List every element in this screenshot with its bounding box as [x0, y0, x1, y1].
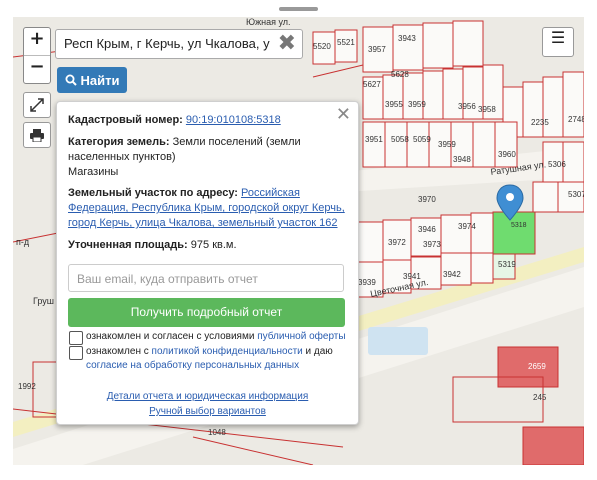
parcel-label: 5058 [391, 135, 409, 144]
zoom-in-button[interactable]: + [24, 28, 50, 55]
parcel-label: 3955 [385, 100, 403, 109]
search-input[interactable]: Респ Крым, г Керчь, ул Чкалова, уч 1 [64, 36, 270, 51]
category-row: Категория земель: Земли поселений (земли… [68, 135, 350, 180]
parcel-label: 3948 [453, 155, 471, 164]
details-link[interactable]: Детали отчета и юридическая информация [107, 391, 309, 402]
parcel-label: 3943 [398, 34, 416, 43]
privacy-consent-text: ознакомлен с политикой конфиденциальност… [86, 345, 351, 373]
parcel-label: 3972 [388, 238, 406, 247]
parcel-label: 5319 [498, 260, 516, 269]
search-icon [65, 74, 77, 86]
area-row: Уточненная площадь: 975 кв.м. [68, 238, 350, 253]
cadastral-row: Кадастровый номер: 90:19:010108:5318 [68, 113, 350, 128]
print-button[interactable] [23, 122, 51, 148]
search-field[interactable]: Респ Крым, г Керчь, ул Чкалова, уч 1 ✖ [55, 29, 303, 59]
email-input[interactable]: Ваш email, куда отправить отчет [68, 264, 344, 292]
offer-consent-label: ознакомлен и согласен с условиями [86, 331, 255, 342]
menu-button[interactable]: ☰ [542, 27, 574, 57]
parcel-label: 1992 [18, 382, 36, 391]
zoom-out-button[interactable]: − [24, 55, 50, 83]
get-report-button[interactable]: Получить подробный отчет [68, 298, 345, 327]
parcel-label: 3970 [418, 195, 436, 204]
pond [368, 327, 428, 355]
privacy-consent-and: и даю [305, 346, 333, 357]
clear-icon[interactable]: ✖ [278, 31, 296, 56]
parcel-label: 3951 [365, 135, 383, 144]
parcel-label: 3942 [443, 270, 461, 279]
print-icon [30, 128, 44, 142]
public-offer-link[interactable]: публичной оферты [257, 331, 345, 342]
details-link-row: Детали отчета и юридическая информация [57, 391, 358, 402]
manual-link-row: Ручной выбор вариантов [57, 406, 358, 417]
find-button[interactable]: Найти [57, 67, 127, 93]
parcel-label: 3974 [458, 222, 476, 231]
parcel-label: 3957 [368, 45, 386, 54]
privacy-policy-link[interactable]: политикой конфиденциальности [152, 346, 303, 357]
parcel-label: 3939 [358, 278, 376, 287]
parcel-label: 5628 [391, 70, 409, 79]
street-label: Южная ул. [246, 17, 291, 27]
parcel-info-popup: ✕ Кадастровый номер: 90:19:010108:5318 К… [56, 101, 359, 425]
parcel-label: 3956 [458, 102, 476, 111]
category-label: Категория земель: [68, 136, 170, 148]
data-processing-link[interactable]: согласие на обработку персональных данны… [86, 360, 299, 371]
zoom-control: + − [23, 27, 51, 84]
parcel-label: 2748 [568, 115, 584, 124]
address-row: Земельный участок по адресу: Российская … [68, 186, 350, 231]
parcel-label: 2659 [528, 362, 546, 371]
parcel-label: 5521 [337, 38, 355, 47]
street-label: Груш [33, 296, 54, 306]
area-value: 975 кв.м. [190, 239, 237, 251]
fullscreen-button[interactable] [23, 92, 51, 118]
parcel-label: 245 [533, 393, 547, 402]
parcel-label: 3959 [408, 100, 426, 109]
parcel-label: 5306 [548, 160, 566, 169]
privacy-checkbox[interactable] [69, 346, 83, 360]
offer-consent-text: ознакомлен и согласен с условиями публич… [86, 330, 351, 344]
selected-parcel [492, 211, 536, 255]
parcel-label: 3958 [478, 105, 496, 114]
cadastral-label: Кадастровый номер: [68, 114, 183, 126]
parcel-label: 5307 [568, 190, 584, 199]
find-button-label: Найти [80, 72, 120, 88]
parcel-label: 3960 [498, 150, 516, 159]
area-label: Уточненная площадь: [68, 239, 188, 251]
address-label: Земельный участок по адресу: [68, 187, 238, 199]
cadastral-number-link[interactable]: 90:19:010108:5318 [186, 114, 281, 126]
manual-selection-link[interactable]: Ручной выбор вариантов [149, 406, 266, 417]
parcel-label: 5627 [363, 80, 381, 89]
parcel-label: 5059 [413, 135, 431, 144]
parcel-label: 1048 [208, 428, 226, 437]
marker-label: 5318 [511, 222, 527, 229]
category-use: Магазины [68, 166, 119, 178]
privacy-consent-label: ознакомлен с [86, 346, 149, 357]
drag-handle[interactable] [279, 7, 318, 11]
offer-checkbox[interactable] [69, 331, 83, 345]
parcel-label: 3973 [423, 240, 441, 249]
expand-icon [30, 98, 44, 112]
parcel-label: 5520 [313, 42, 331, 51]
street-label: п-д [16, 237, 30, 247]
parcel-label: 2235 [531, 118, 549, 127]
parcel-label: 3946 [418, 225, 436, 234]
parcel-label: 3959 [438, 140, 456, 149]
